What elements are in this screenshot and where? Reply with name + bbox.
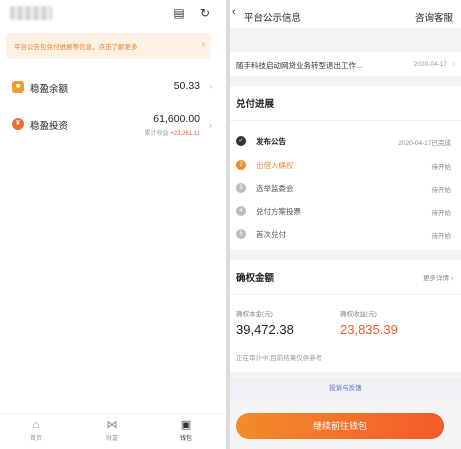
step-elect-committee: 3 选举监委会 待开始 (230, 181, 461, 199)
top-bar: ▤ ↻ (0, 0, 226, 28)
step-status: 待开始 (431, 164, 452, 171)
notice-banner[interactable]: 平台公告包兑付进展等信息，点击了解更多 › (6, 33, 211, 59)
news-date: 2020-04-17 (413, 61, 447, 68)
check-icon: ✓ (236, 136, 246, 146)
news-title: 随手科技启动网贷业务转型退出工作... (236, 61, 363, 70)
back-icon[interactable]: ‹ (232, 6, 236, 18)
progress-card: 兑付进展 ✓ 发布公告 2020-04-17已完成 2 出借人确权 待开始 3 … (230, 86, 461, 250)
step-status: 2020-04-17已完成 (398, 140, 451, 147)
tab-label: 首页 (29, 436, 42, 442)
earnings-value: +23,261.11 (170, 131, 200, 137)
continue-to-wallet-button[interactable]: 继续前往钱包 (236, 413, 444, 439)
step-publish-notice: ✓ 发布公告 2020-04-17已完成 (230, 134, 461, 152)
customer-service-link[interactable]: 咨询客服 (415, 10, 453, 24)
step-number: 2 (236, 160, 246, 170)
wealth-icon: ⋈ (106, 419, 118, 431)
home-icon: ⌂ (32, 419, 40, 431)
step-number: 3 (236, 183, 246, 193)
principal-value: 39,472.38 (236, 322, 294, 337)
investment-row[interactable]: ¥ 稳盈投资 61,600.00 累计收益 +23,261.11 › (0, 112, 226, 140)
balance-value: 50.33 (173, 80, 200, 92)
step-label: 首次兑付 (256, 230, 286, 239)
investment-icon: ¥ (12, 118, 24, 130)
page-title: 平台公示信息 (244, 13, 302, 24)
investment-value: 61,600.00 (153, 113, 200, 125)
chevron-right-icon: › (201, 39, 205, 50)
more-details-label: 更多详情 (423, 275, 450, 282)
investment-label: 稳盈投资 (30, 121, 69, 132)
chevron-right-icon: › (209, 81, 212, 91)
interest-value: 23,835.39 (340, 322, 398, 337)
principal-label: 确权本金(元) (236, 311, 273, 318)
step-number: 5 (236, 229, 246, 239)
wallet-panel: ▤ ↻ 平台公告包兑付进展等信息，点击了解更多 › ■ 稳盈余额 50.33 ›… (0, 0, 226, 449)
confirmed-amount-card: 确权金额 更多详情 › 确权本金(元) 39,472.38 确权收益(元) 23… (230, 260, 461, 372)
amount-title: 确权金额 (236, 273, 275, 284)
earnings-label: 累计收益 (144, 131, 169, 137)
step-vote-plan: 4 兑付方案投票 待开始 (230, 204, 461, 222)
balance-label: 稳盈余额 (30, 84, 69, 95)
step-status: 待开始 (431, 187, 452, 194)
step-label: 兑付方案投票 (256, 207, 301, 216)
divider (230, 294, 461, 295)
cumulative-earnings: 累计收益 +23,261.11 (145, 128, 200, 137)
step-first-payment: 5 首次兑付 待开始 (230, 227, 461, 245)
progress-title: 兑付进展 (236, 99, 275, 110)
news-item[interactable]: 随手科技启动网贷业务转型退出工作... 2020-04-17 › (230, 52, 461, 76)
step-label: 发布公告 (256, 137, 286, 146)
bill-icon[interactable]: ▤ (172, 6, 186, 20)
divider (230, 120, 461, 121)
refresh-icon[interactable]: ↻ (198, 6, 212, 20)
chevron-right-icon: › (209, 120, 212, 130)
blurred-username (10, 6, 52, 20)
wallet-icon: ▣ (180, 419, 192, 431)
bottom-tab-bar: ⌂ 首页 ⋈ 财富 ▣ 钱包 (0, 413, 226, 449)
step-number: 4 (236, 206, 246, 216)
step-confirm-rights: 2 出借人确权 待开始 (230, 158, 461, 176)
feedback-link[interactable]: 投诉与反馈 (230, 378, 461, 400)
tab-wealth[interactable]: ⋈ 财富 (92, 417, 132, 442)
platform-info-panel: ‹ 平台公示信息 咨询客服 随手科技启动网贷业务转型退出工作... 2020-0… (230, 0, 461, 449)
header: ‹ 平台公示信息 咨询客服 (230, 0, 461, 28)
tab-label: 财富 (105, 436, 118, 442)
interest-label: 确权收益(元) (340, 311, 377, 318)
audit-note: 正在审计中,目前结果仅供参考 (236, 355, 323, 362)
step-status: 待开始 (431, 210, 452, 217)
tab-label: 钱包 (179, 436, 192, 442)
balance-row[interactable]: ■ 稳盈余额 50.33 › (0, 78, 226, 98)
balance-icon: ■ (12, 81, 24, 93)
chevron-right-icon: › (452, 59, 455, 68)
step-label: 出借人确权 (256, 161, 294, 170)
step-label: 选举监委会 (256, 184, 294, 193)
step-status: 待开始 (431, 233, 452, 240)
tab-home[interactable]: ⌂ 首页 (16, 417, 56, 442)
more-details-link[interactable]: 更多详情 › (423, 272, 453, 282)
tab-wallet[interactable]: ▣ 钱包 (166, 417, 206, 442)
notice-text: 平台公告包兑付进展等信息，点击了解更多 (14, 44, 138, 51)
